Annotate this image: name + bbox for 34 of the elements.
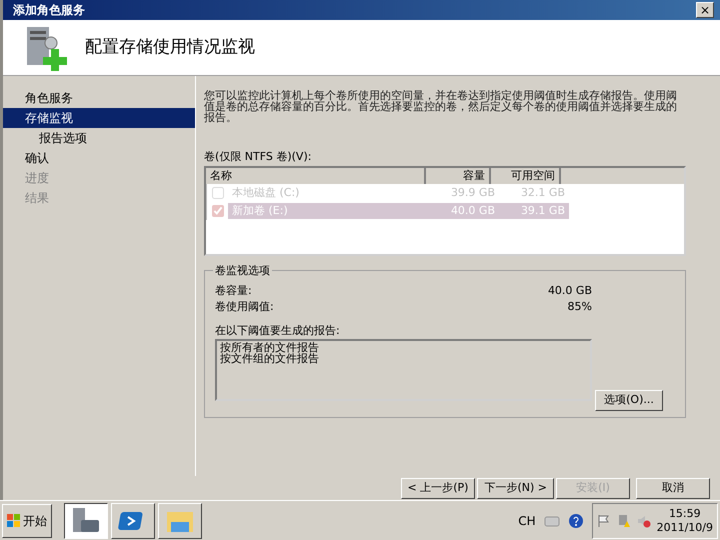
column-header[interactable]: 容量 — [426, 168, 491, 184]
clock-date[interactable]: 2011/10/9 — [656, 520, 713, 534]
field-label: 卷容量: — [215, 282, 252, 298]
close-button[interactable]: × — [696, 2, 714, 18]
windows-logo-icon — [7, 514, 21, 528]
checkbox[interactable] — [212, 186, 224, 198]
language-indicator[interactable]: CH — [518, 512, 536, 530]
speaker-muted-icon[interactable] — [636, 514, 651, 528]
wizard-button[interactable]: 取消 — [636, 478, 710, 499]
window-title: 添加角色服务 — [13, 2, 85, 19]
column-header[interactable]: 名称 — [206, 168, 426, 184]
nav-item[interactable]: 确认 — [3, 148, 195, 168]
volumes-label: 卷(仅限 NTFS 卷)(V): — [204, 149, 312, 165]
checkbox[interactable] — [212, 204, 224, 216]
field-value: 85% — [568, 298, 592, 314]
nav-item[interactable]: 报告选项 — [3, 128, 195, 148]
column-header[interactable]: 可用空间 — [491, 168, 561, 184]
nav-item[interactable]: 存储监视 — [3, 108, 195, 128]
clock-time[interactable]: 15:59 — [656, 506, 713, 520]
taskbar-button[interactable] — [64, 502, 108, 538]
help-icon[interactable] — [568, 512, 584, 528]
flag-icon[interactable] — [596, 514, 611, 528]
nav-item[interactable]: 角色服务 — [3, 88, 195, 108]
page-heading: 配置存储使用情况监视 — [85, 36, 255, 59]
list-item[interactable]: 按所有者的文件报告 — [220, 342, 587, 353]
reports-label: 在以下阈值要生成的报告: — [215, 322, 341, 338]
options-button[interactable]: 选项(O)... — [595, 390, 663, 411]
start-button[interactable]: 开始 — [2, 504, 52, 538]
description-text: 您可以监控此计算机上每个卷所使用的空间量，并在卷达到指定使用阈值时生成存储报告。使用阈值是卷的总存储容量的百分比。首先选择要监控的卷，然后定义每个卷的使用阈值并选择要生成的报告。 — [204, 90, 678, 123]
wizard-button[interactable]: 下一步(N) > — [477, 478, 554, 499]
list-item[interactable]: 按文件组的文件报告 — [220, 353, 587, 364]
field-value: 40.0 GB — [548, 282, 592, 298]
field-label: 卷使用阈值: — [215, 298, 274, 314]
wizard-button[interactable]: < 上一步(P) — [400, 478, 476, 499]
